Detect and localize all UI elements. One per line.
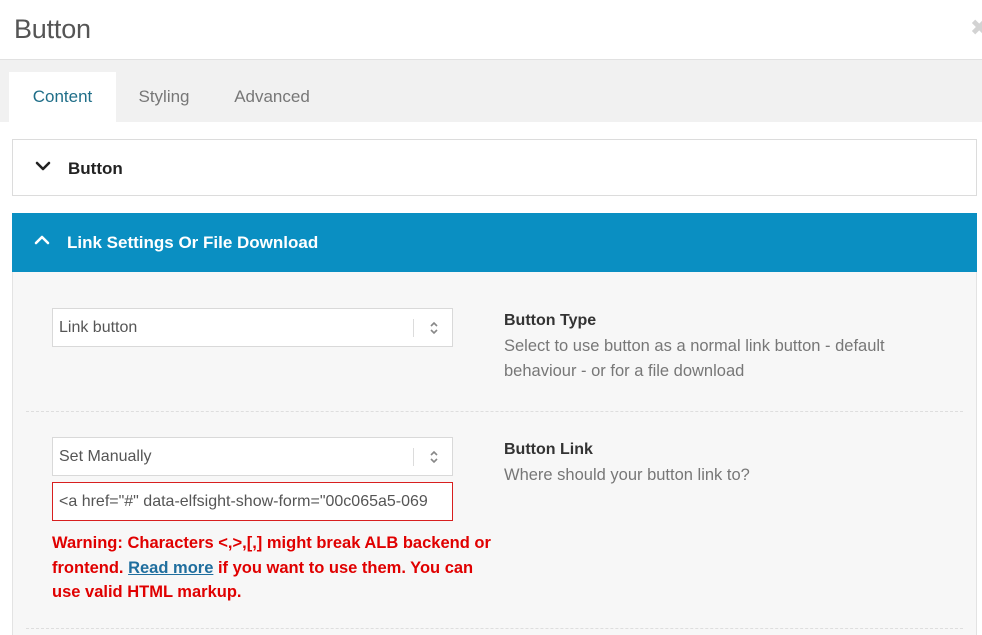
chevron-up-icon — [34, 235, 50, 245]
tab-advanced[interactable]: Advanced — [212, 72, 332, 122]
warning-message: Warning: Characters <,>,[,] might break … — [52, 531, 492, 605]
section-link-settings-label: Link Settings Or File Download — [67, 233, 319, 252]
modal-title: Button — [14, 14, 91, 44]
close-icon[interactable]: ✖ — [970, 16, 982, 40]
section-button-toggle[interactable]: Button — [12, 139, 977, 196]
tab-bar: Content Styling Advanced — [0, 60, 982, 122]
select-separator — [413, 448, 414, 466]
button-link-select[interactable]: Set Manually — [52, 437, 453, 476]
select-separator — [413, 319, 414, 337]
button-link-description: Where should your button link to? — [504, 466, 750, 484]
button-type-description: Select to use button as a normal link bu… — [504, 337, 885, 380]
button-link-input[interactable]: <a href="#" data-elfsight-show-form="00c… — [52, 482, 453, 521]
section-button-label: Button — [68, 159, 123, 178]
read-more-link[interactable]: Read more — [128, 559, 213, 577]
divider — [26, 411, 963, 412]
section-link-settings-toggle[interactable]: Link Settings Or File Download — [12, 213, 977, 272]
chevron-down-icon — [35, 161, 51, 171]
divider — [26, 628, 963, 629]
modal-header: Button ✖ — [0, 0, 982, 60]
button-type-title: Button Type — [504, 312, 597, 329]
button-type-select[interactable]: Link button — [52, 308, 453, 347]
tab-styling[interactable]: Styling — [116, 72, 212, 122]
select-arrows-icon — [430, 450, 438, 464]
tab-content[interactable]: Content — [9, 72, 116, 122]
button-link-title: Button Link — [504, 441, 593, 458]
button-link-value: Set Manually — [59, 448, 152, 465]
button-type-value: Link button — [59, 319, 138, 336]
select-arrows-icon — [430, 321, 438, 335]
